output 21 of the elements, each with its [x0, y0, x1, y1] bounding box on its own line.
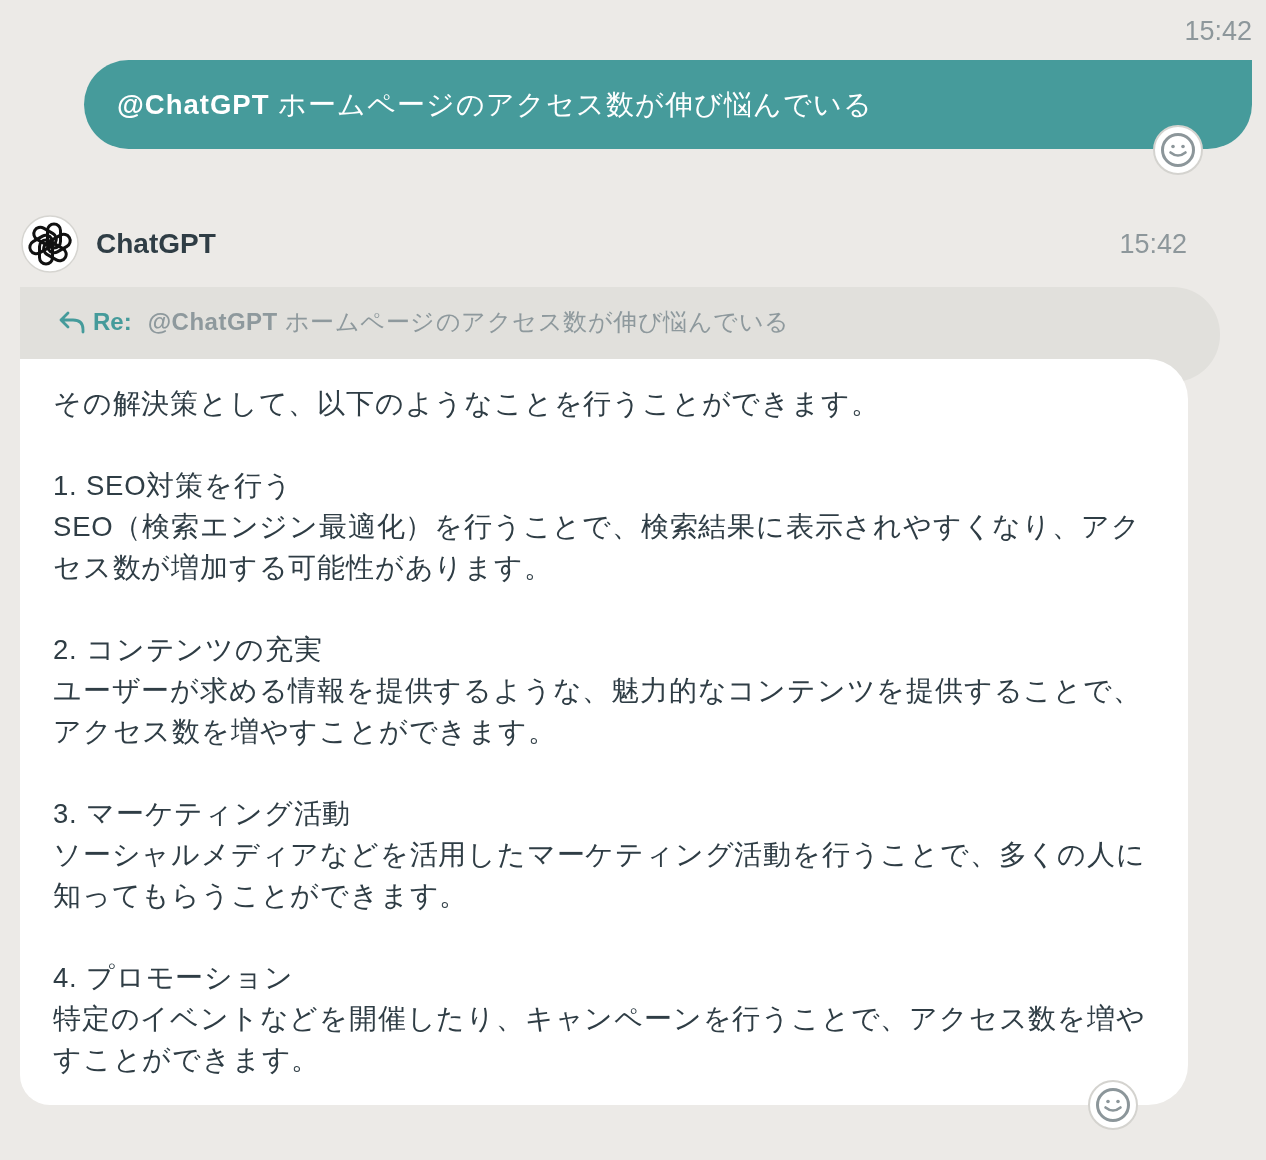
item-text: ソーシャルメディアなどを活用したマーケティング活動を行うことで、多くの人に知ってもらうことができます。: [53, 838, 1147, 913]
item-text: ユーザーが求める情報を提供するような、魅力的なコンテンツを提供することで、アクセス数を増やすことができます。: [53, 674, 1143, 749]
message-time: 15:42: [1184, 15, 1252, 48]
sender-name: ChatGPT: [96, 227, 216, 261]
smiley-icon: [1096, 1088, 1130, 1122]
item-heading: 1. SEO対策を行う: [53, 469, 294, 503]
quote-label: Re:: [93, 307, 132, 337]
message-time: 15:42: [1119, 228, 1187, 261]
reaction-button[interactable]: [1153, 125, 1203, 175]
reply-arrow-icon: [58, 310, 86, 334]
message-paragraph: その解決策として、以下のようなことを行うことができます。: [53, 387, 881, 421]
item-text: 特定のイベントなどを開催したり、キャンペーンを行うことで、アクセス数を増やすことができます。: [53, 1002, 1147, 1077]
quote-text: @ChatGPT ホームページのアクセス数が伸び悩んでいる: [147, 307, 790, 337]
item-text: SEO（検索エンジン最適化）を行うことで、検索結果に表示されやすくなり、アクセス数が増加する可能性があります。: [53, 510, 1142, 585]
item-heading: 2. コンテンツの充実: [53, 633, 324, 667]
item-heading: 3. マーケティング活動: [53, 797, 353, 831]
item-heading: 4. プロモーション: [53, 961, 295, 995]
logo-icon: [21, 215, 79, 273]
message-text: @ChatGPT ホームページのアクセス数が伸び悩んでいる: [117, 87, 874, 122]
reaction-button[interactable]: [1088, 1080, 1138, 1130]
smiley-icon: [1161, 133, 1195, 167]
